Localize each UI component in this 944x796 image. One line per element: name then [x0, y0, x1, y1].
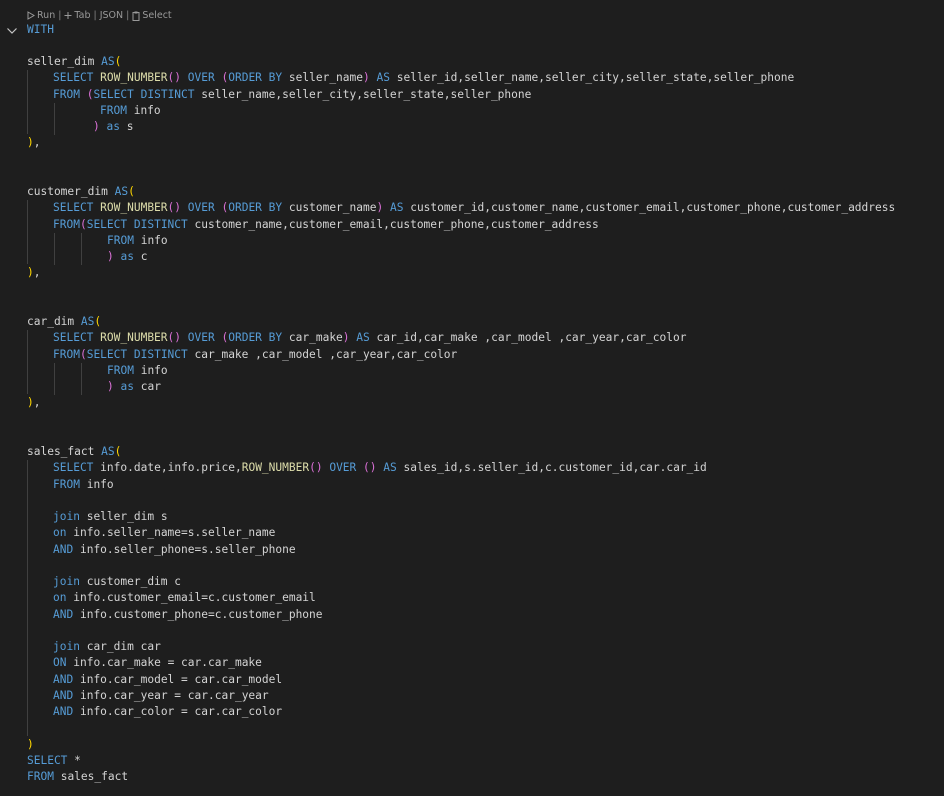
indent-guide	[54, 233, 55, 265]
code-line[interactable]: ),	[27, 265, 41, 281]
indent-guide	[27, 460, 28, 736]
codelens-tab[interactable]: Tab	[64, 10, 91, 21]
indent-guide	[27, 70, 28, 134]
code-line[interactable]: sales_fact AS(	[27, 444, 121, 460]
code-line[interactable]: ON info.car_make = car.car_make	[53, 655, 262, 671]
codelens-json-label: JSON	[99, 10, 124, 21]
codelens-separator: |	[58, 10, 62, 21]
code-line[interactable]: AND info.car_model = car.car_model	[53, 672, 282, 688]
codelens-select[interactable]: Select	[132, 10, 172, 21]
code-editor[interactable]: Run | Tab | JSON | Select WITH seller_di…	[0, 0, 944, 796]
code-line[interactable]: AND info.car_color = car.car_color	[53, 704, 282, 720]
code-line[interactable]: WITH	[27, 22, 54, 38]
code-line[interactable]: AND info.customer_phone=c.customer_phone	[53, 607, 323, 623]
chevron-down-icon[interactable]	[6, 26, 18, 36]
code-line[interactable]: SELECT ROW_NUMBER() OVER (ORDER BY selle…	[53, 70, 794, 86]
codelens-separator: |	[93, 10, 97, 21]
indent-guide	[54, 103, 55, 135]
plus-icon	[64, 12, 72, 19]
clipboard-icon	[132, 11, 140, 21]
codelens-separator: |	[126, 10, 130, 21]
code-line[interactable]: join customer_dim c	[53, 574, 181, 590]
code-line[interactable]: FROM info	[107, 233, 168, 249]
code-line[interactable]: AND info.seller_phone=s.seller_phone	[53, 542, 296, 558]
code-line[interactable]: FROM info	[53, 477, 114, 493]
codelens-tab-label: Tab	[74, 10, 91, 21]
code-line[interactable]: FROM info	[100, 103, 161, 119]
code-line[interactable]: ),	[27, 135, 41, 151]
codelens-bar: Run | Tab | JSON | Select	[27, 9, 172, 22]
codelens-run-label: Run	[37, 10, 56, 21]
codelens-json[interactable]: JSON	[100, 10, 123, 21]
code-line[interactable]: FROM(SELECT DISTINCT car_make ,car_model…	[53, 347, 457, 363]
code-line[interactable]: on info.customer_email=c.customer_email	[53, 590, 316, 606]
code-line[interactable]: AND info.car_year = car.car_year	[53, 688, 269, 704]
code-line[interactable]: SELECT info.date,info.price,ROW_NUMBER()…	[53, 460, 707, 476]
code-line[interactable]: FROM (SELECT DISTINCT seller_name,seller…	[53, 87, 531, 103]
code-line[interactable]: join car_dim car	[53, 639, 161, 655]
code-line[interactable]: car_dim AS(	[27, 314, 101, 330]
code-line[interactable]: ) as c	[107, 249, 147, 265]
code-line[interactable]: ) as s	[93, 119, 133, 135]
code-line[interactable]: SELECT ROW_NUMBER() OVER (ORDER BY custo…	[53, 200, 895, 216]
indent-guide	[54, 363, 55, 395]
code-line[interactable]: SELECT ROW_NUMBER() OVER (ORDER BY car_m…	[53, 330, 686, 346]
code-line[interactable]: ),	[27, 395, 41, 411]
indent-guide	[27, 330, 28, 394]
code-line[interactable]: FROM(SELECT DISTINCT customer_name,custo…	[53, 217, 599, 233]
indent-guide	[81, 363, 82, 395]
code-line[interactable]: on info.seller_name=s.seller_name	[53, 525, 275, 541]
code-line[interactable]: customer_dim AS(	[27, 184, 135, 200]
code-line[interactable]: SELECT *	[27, 753, 81, 769]
indent-guide	[81, 233, 82, 265]
play-outline-icon	[27, 11, 35, 20]
code-line[interactable]: FROM info	[107, 363, 168, 379]
codelens-run[interactable]: Run	[27, 10, 55, 21]
code-line[interactable]: join seller_dim s	[53, 509, 168, 525]
code-line[interactable]: seller_dim AS(	[27, 54, 121, 70]
indent-guide	[27, 200, 28, 264]
code-line[interactable]: )	[27, 737, 34, 753]
codelens-select-label: Select	[142, 10, 172, 21]
code-line[interactable]: ) as car	[107, 379, 161, 395]
code-line[interactable]: FROM sales_fact	[27, 769, 128, 785]
